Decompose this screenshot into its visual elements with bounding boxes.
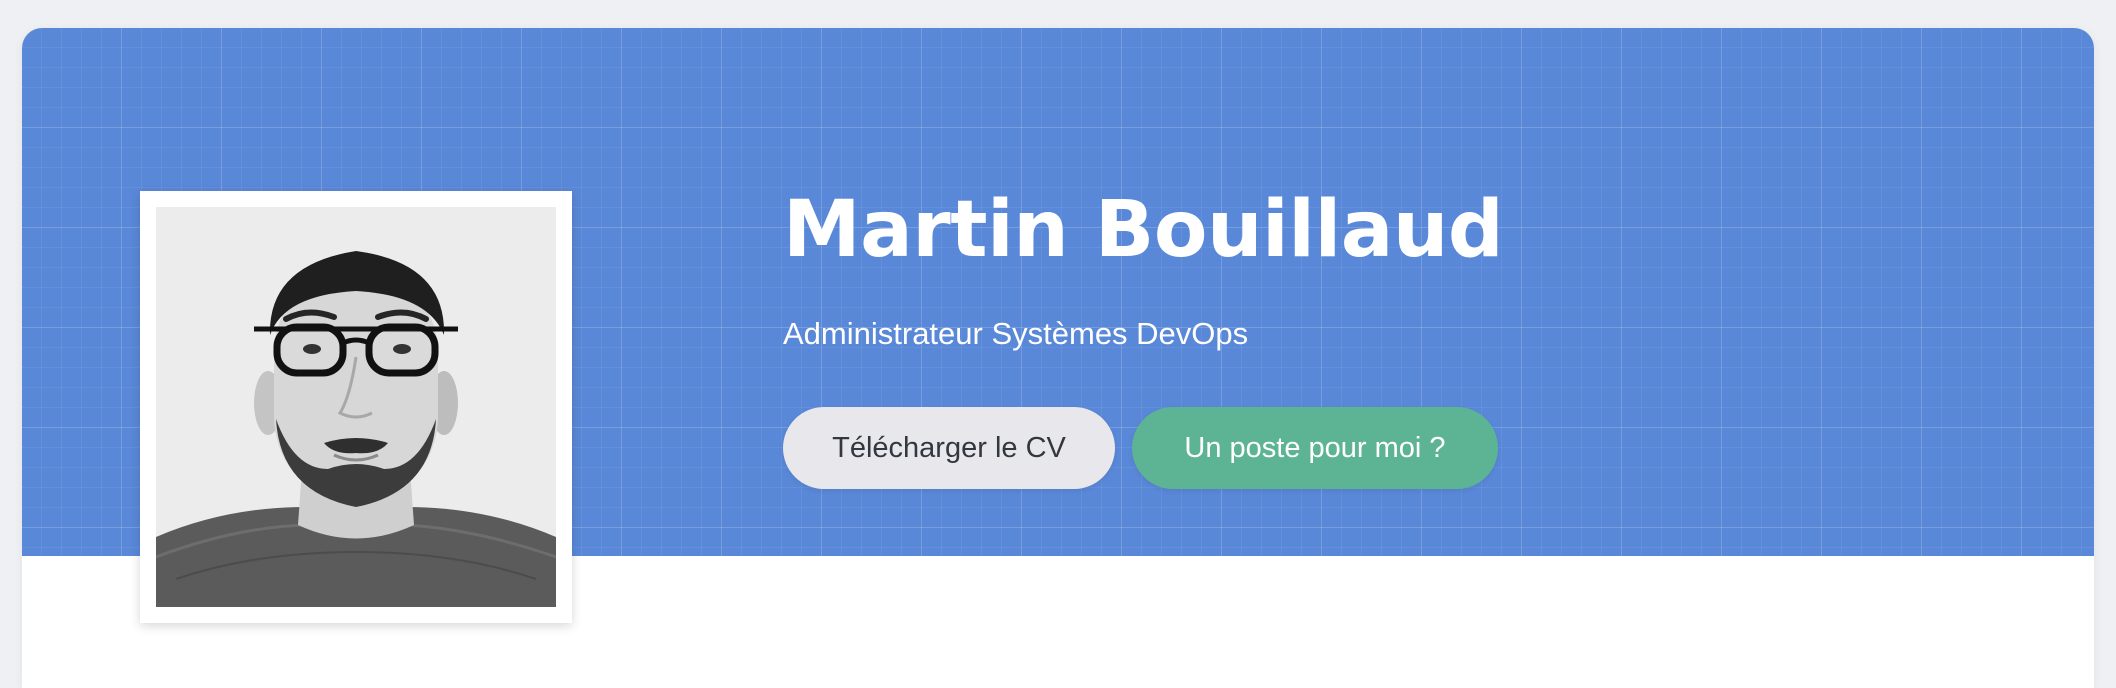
portrait-illustration [156, 207, 556, 607]
profile-job-title: Administrateur Systèmes DevOps [783, 316, 1249, 351]
profile-photo [156, 207, 556, 607]
profile-name: Martin Bouillaud [783, 185, 1504, 275]
profile-photo-frame [140, 191, 572, 623]
hire-me-button[interactable]: Un poste pour moi ? [1132, 407, 1498, 489]
profile-card: Martin Bouillaud Administrateur Systèmes… [22, 28, 2094, 688]
download-cv-button[interactable]: Télécharger le CV [783, 407, 1115, 489]
